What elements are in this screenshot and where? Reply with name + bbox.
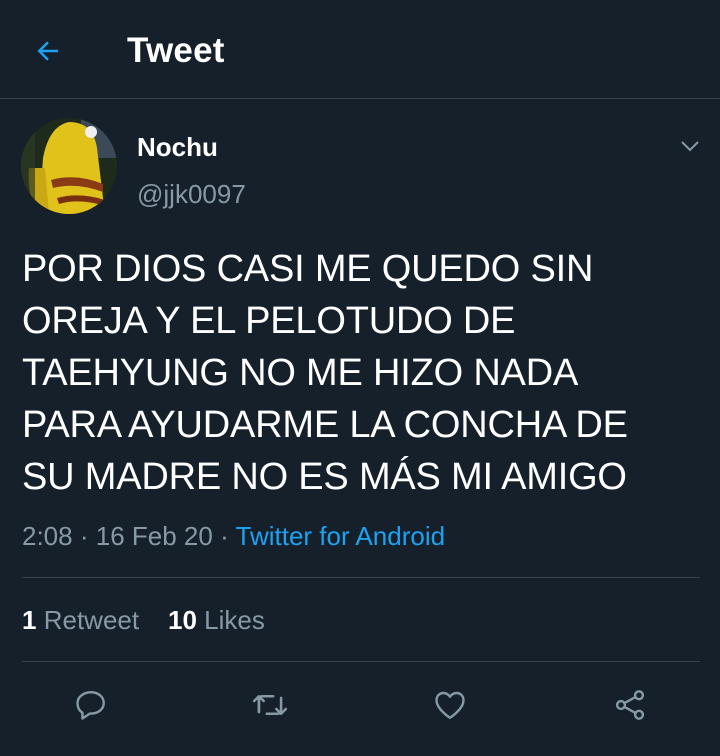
like-count: 10 (168, 605, 197, 635)
like-label: Likes (204, 605, 265, 635)
divider (22, 577, 700, 578)
tweet-metadata: 2:08 · 16 Feb 20 · Twitter for Android (22, 518, 445, 554)
share-button[interactable] (605, 680, 655, 730)
like-icon (435, 691, 465, 719)
tweet-source-link[interactable]: Twitter for Android (236, 521, 446, 551)
header-bar: Tweet (0, 0, 720, 99)
reply-button[interactable] (66, 680, 116, 730)
tweet-date: 16 Feb 20 (95, 521, 213, 551)
tweet-text: POR DIOS CASI ME QUEDO SIN OREJA Y EL PE… (22, 248, 628, 498)
likes-stat[interactable]: 10 Likes (168, 605, 265, 635)
share-icon (615, 690, 645, 720)
retweets-stat[interactable]: 1 Retweet (22, 605, 139, 635)
tweet-stats: 1 Retweet 10 Likes (22, 602, 265, 638)
retweet-icon (252, 695, 288, 715)
more-options-button[interactable] (672, 128, 708, 164)
retweet-count: 1 (22, 605, 37, 635)
tweet-time: 2:08 (22, 521, 73, 551)
separator: · (220, 521, 229, 551)
page-title: Tweet (127, 31, 225, 70)
author-name[interactable]: Nochu (137, 130, 218, 164)
like-button[interactable] (425, 680, 475, 730)
arrow-left-icon (37, 41, 58, 61)
retweet-label: Retweet (43, 605, 140, 635)
back-button[interactable] (26, 29, 70, 73)
reply-icon (76, 691, 105, 720)
avatar[interactable] (21, 118, 117, 214)
retweet-button[interactable] (245, 680, 295, 730)
author-handle[interactable]: @jjk0097 (137, 177, 246, 211)
separator: · (79, 521, 89, 551)
avatar-image (21, 118, 117, 214)
action-bar (0, 662, 720, 756)
chevron-down-icon (681, 141, 699, 152)
